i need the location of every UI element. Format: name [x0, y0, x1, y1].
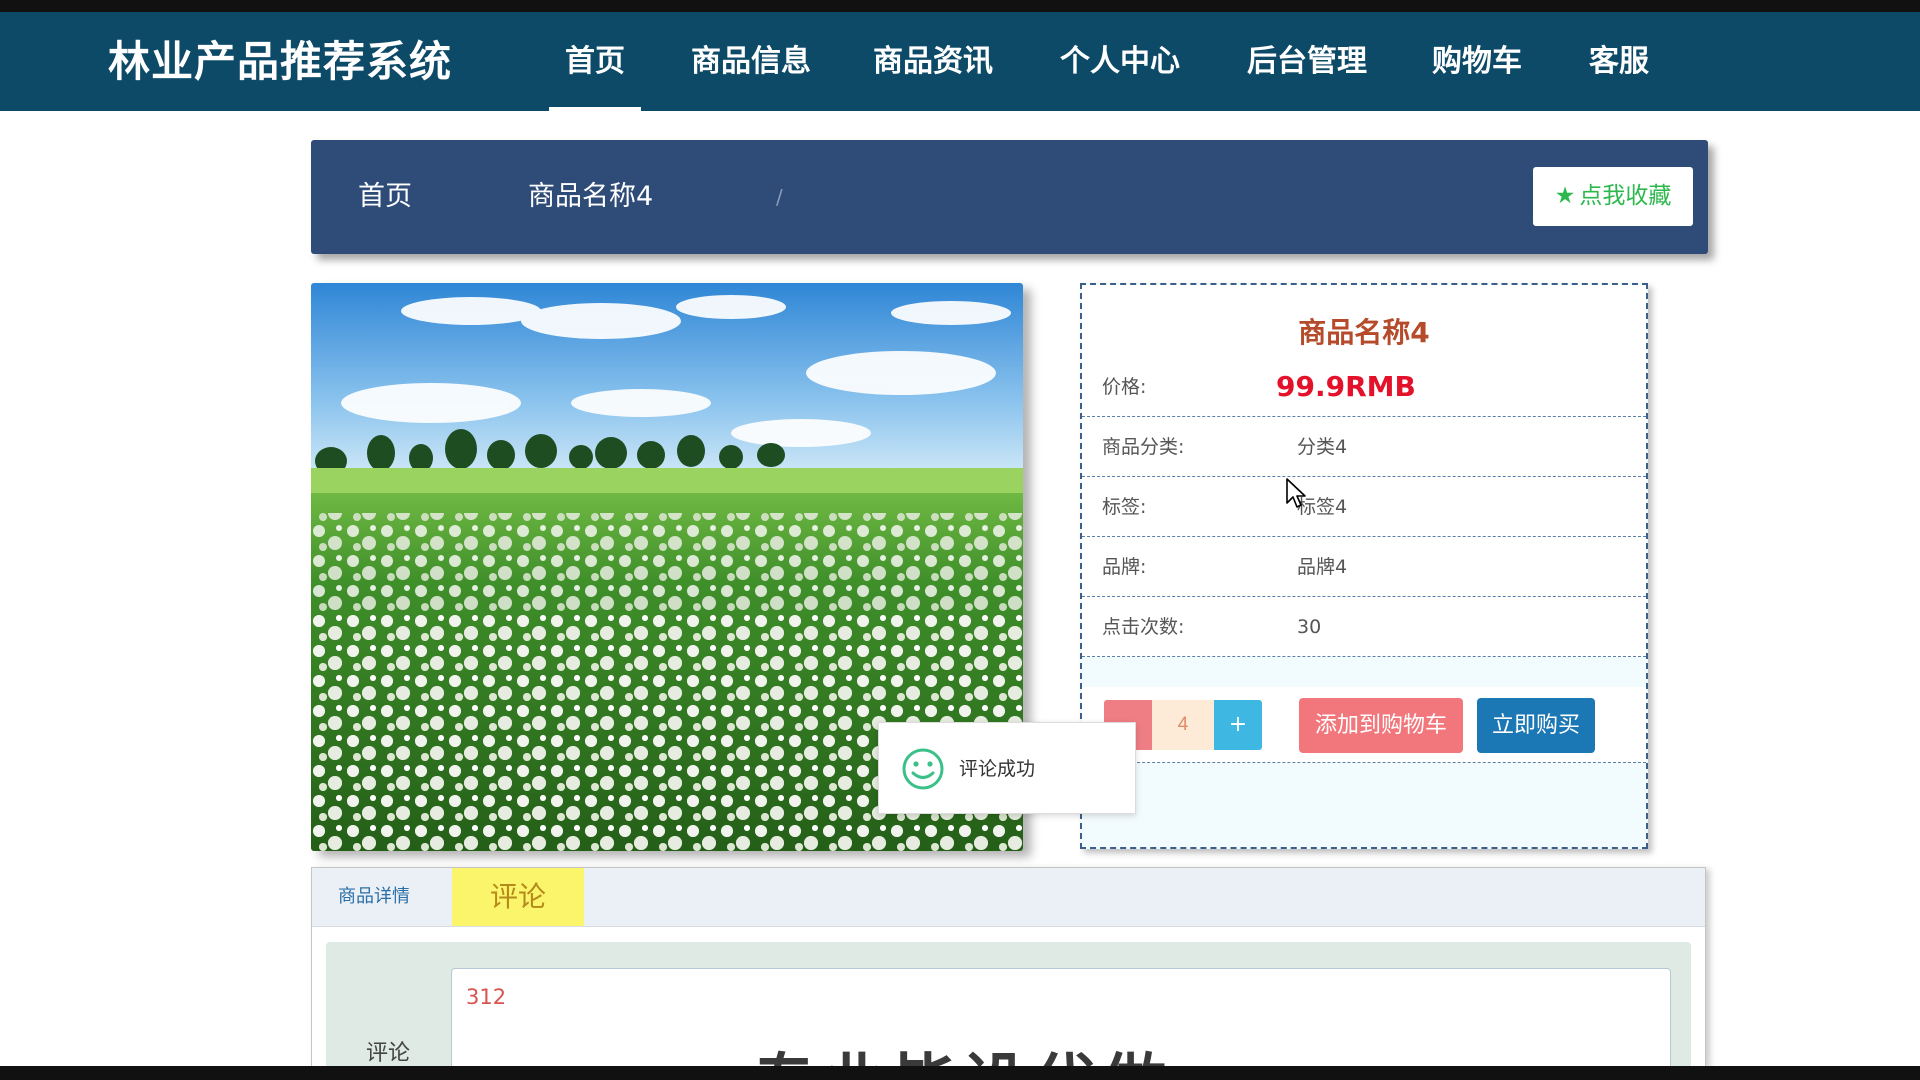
price-value: 99.9RMB: [1276, 370, 1416, 403]
comment-editor[interactable]: 312 专业毕设代做: [451, 968, 1671, 1067]
breadcrumb-separator: /: [776, 185, 783, 209]
brand-value: 品牌4: [1297, 556, 1348, 578]
breadcrumb: 首页 / 商品名称4 ★ 点我收藏: [311, 140, 1708, 254]
nav-item-cart[interactable]: 购物车: [1429, 12, 1525, 111]
toast-message: 评论成功: [959, 758, 1036, 780]
brand-label: 品牌:: [1102, 556, 1147, 578]
comment-large-text: 专业毕设代做: [752, 1033, 1172, 1067]
nav-item-profile[interactable]: 个人中心: [1056, 12, 1184, 111]
nav-item-service[interactable]: 客服: [1587, 12, 1651, 111]
success-toast: 评论成功: [878, 722, 1136, 814]
nav-item-admin[interactable]: 后台管理: [1243, 12, 1371, 111]
clicks-row: 点击次数: 30: [1082, 597, 1646, 657]
top-edge: [0, 0, 1920, 12]
buy-now-button[interactable]: 立即购买: [1477, 698, 1595, 753]
quantity-increment-button[interactable]: +: [1214, 700, 1262, 750]
site-title: 林业产品推荐系统: [108, 37, 453, 86]
comment-label: 评论: [366, 1041, 411, 1066]
star-icon: ★: [1554, 183, 1576, 209]
product-info-panel: 商品名称4 价格: 99.9RMB 商品分类: 分类4 标签: 标签4 品牌: …: [1080, 283, 1648, 849]
comment-typed-text: 312: [466, 985, 507, 1009]
favorite-button-label: 点我收藏: [1579, 183, 1672, 209]
nav-item-news[interactable]: 商品资讯: [869, 12, 997, 111]
category-row: 商品分类: 分类4: [1082, 417, 1646, 477]
clicks-value: 30: [1297, 616, 1322, 638]
tag-row: 标签: 标签4: [1082, 477, 1646, 537]
category-label: 商品分类:: [1102, 436, 1185, 458]
bottom-edge: [0, 1066, 1920, 1080]
product-tabs: 商品详情 评论 评论 312 专业毕设代做: [311, 867, 1706, 1067]
category-value: 分类4: [1297, 436, 1348, 458]
tag-label: 标签:: [1102, 496, 1147, 518]
add-to-cart-button[interactable]: 添加到购物车: [1299, 698, 1463, 753]
tab-comments[interactable]: 评论: [452, 868, 584, 926]
comment-form: 评论 312 专业毕设代做: [326, 942, 1691, 1067]
quantity-input[interactable]: [1152, 700, 1214, 750]
price-label: 价格:: [1102, 376, 1147, 398]
favorite-button[interactable]: ★ 点我收藏: [1533, 167, 1693, 226]
clicks-label: 点击次数:: [1102, 616, 1185, 638]
purchase-actions: + 添加到购物车 立即购买: [1082, 687, 1646, 763]
product-title: 商品名称4: [1298, 316, 1430, 349]
product-title-area: 商品名称4: [1082, 285, 1646, 357]
tab-bar: 商品详情 评论: [312, 868, 1705, 927]
nav-item-products[interactable]: 商品信息: [687, 12, 815, 111]
breadcrumb-current: 商品名称4: [528, 181, 654, 212]
smiley-icon: [902, 748, 944, 790]
top-navbar: 林业产品推荐系统 首页 商品信息 商品资讯 个人中心 后台管理 购物车 客服: [0, 12, 1920, 111]
mouse-pointer-icon: [1286, 478, 1306, 508]
nav-item-home[interactable]: 首页: [549, 12, 641, 111]
tab-product-details[interactable]: 商品详情: [338, 868, 410, 926]
breadcrumb-home-link[interactable]: 首页: [358, 140, 412, 254]
price-row: 价格: 99.9RMB: [1082, 357, 1646, 417]
brand-row: 品牌: 品牌4: [1082, 537, 1646, 597]
